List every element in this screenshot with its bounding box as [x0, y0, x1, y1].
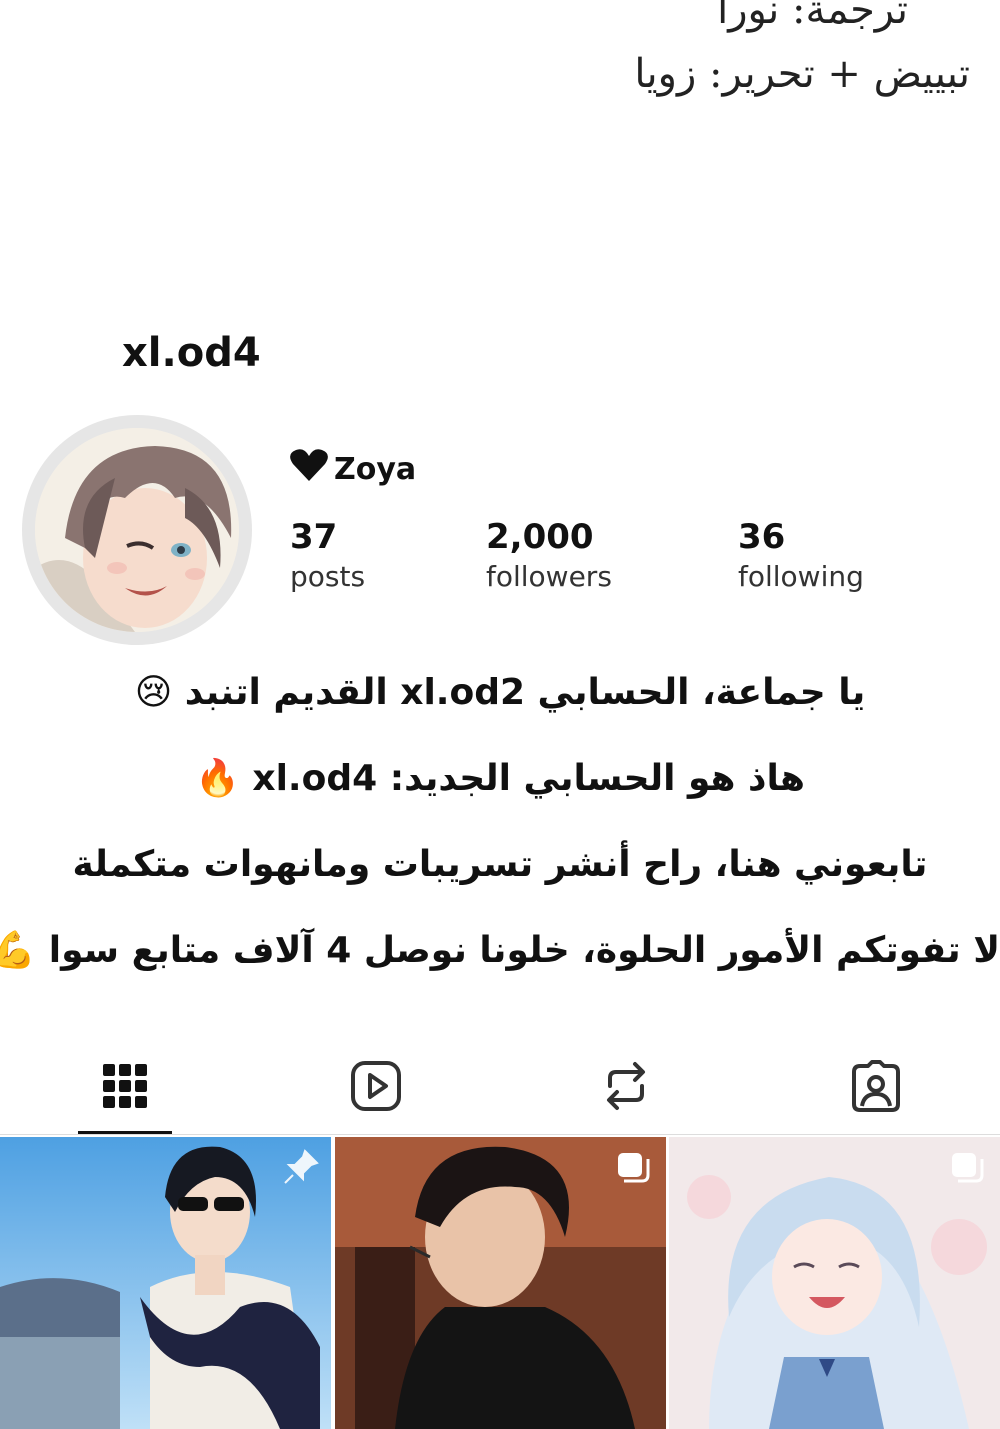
carousel-icon: [950, 1151, 986, 1191]
followers-label: followers: [486, 560, 612, 593]
post-thumbnail[interactable]: [0, 1137, 331, 1429]
post-thumbnail[interactable]: [669, 1137, 1000, 1429]
display-name: Zoya: [290, 448, 416, 490]
posts-stat[interactable]: 37 posts: [290, 515, 365, 595]
repost-icon: [602, 1060, 650, 1116]
reels-play-icon: [350, 1060, 402, 1116]
credits-header: ترجمة: نورا تبييض + تحرير: زويا: [450, 0, 970, 96]
avatar-ring[interactable]: [22, 415, 252, 645]
posts-grid: [0, 1137, 1000, 1429]
display-name-text: Zoya: [334, 451, 417, 487]
tab-reposts[interactable]: [576, 1040, 676, 1136]
tabs-divider: [0, 1134, 1000, 1135]
following-label: following: [738, 560, 864, 593]
post-thumbnail[interactable]: [335, 1137, 666, 1429]
bio-line: تابعوني هنا، راح أنشر تسريبات ومانهوات م…: [72, 844, 928, 885]
tab-tagged[interactable]: [826, 1040, 926, 1136]
profile-username: xl.od4: [122, 330, 261, 376]
profile-tabs: [0, 1040, 1000, 1136]
tagged-person-icon: [850, 1060, 902, 1116]
black-heart-icon: [290, 448, 328, 490]
followers-stat[interactable]: 2,000 followers: [486, 515, 612, 595]
profile-bio: يا جماعة، الحسابي xl.od2 القديم اتنبد 😢 …: [0, 660, 1000, 1004]
grid-icon: [103, 1064, 147, 1112]
avatar[interactable]: [35, 428, 239, 632]
following-stat[interactable]: 36 following: [738, 515, 864, 595]
editing-credit: تبييض + تحرير: زويا: [634, 51, 970, 97]
posts-count: 37: [290, 517, 338, 557]
tab-reels[interactable]: [326, 1040, 426, 1136]
followers-count: 2,000: [486, 517, 594, 557]
translation-credit: ترجمة: نورا: [717, 0, 908, 33]
following-count: 36: [738, 517, 786, 557]
bio-line: هاذ هو الحسابي الجديد: xl.od4 🔥: [195, 758, 805, 799]
carousel-icon: [616, 1151, 652, 1191]
pin-icon: [281, 1147, 321, 1191]
bio-line: يا جماعة، الحسابي xl.od2 القديم اتنبد 😢: [134, 672, 866, 713]
posts-label: posts: [290, 560, 366, 593]
tab-grid[interactable]: [75, 1040, 175, 1136]
bio-line: لا تفوتكم الأمور الحلوة، خلونا نوصل 4 آل…: [0, 930, 1000, 971]
